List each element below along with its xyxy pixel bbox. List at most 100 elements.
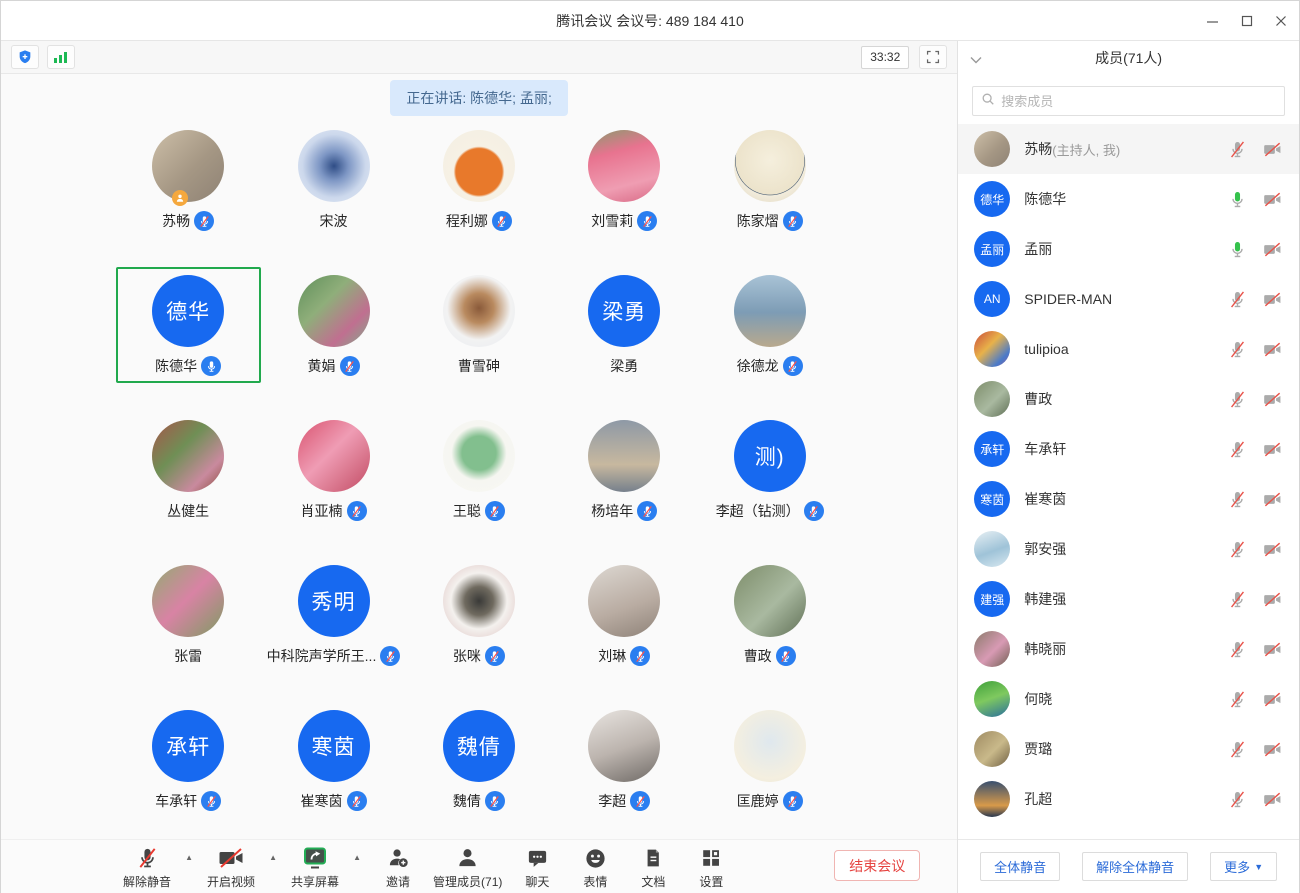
- participant-tile[interactable]: 梁勇 梁勇: [552, 267, 697, 383]
- toolbar-item-doc[interactable]: 文档: [624, 845, 682, 890]
- toolbar-item-members[interactable]: 管理成员(71): [427, 845, 508, 890]
- participant-tile[interactable]: 王聪: [406, 412, 551, 528]
- participant-tile[interactable]: 程利娜: [406, 122, 551, 238]
- participant-tile[interactable]: 测) 李超（钻测）: [697, 412, 842, 528]
- participant-tile[interactable]: 苏畅: [116, 122, 261, 238]
- mic-status-icon[interactable]: [1228, 690, 1247, 709]
- camera-off-icon[interactable]: [1262, 190, 1283, 209]
- member-row[interactable]: 郭安强: [958, 524, 1299, 574]
- participant-tile[interactable]: 寒茵 崔寒茵: [261, 702, 406, 818]
- participant-tile[interactable]: 肖亚楠: [261, 412, 406, 528]
- camera-off-icon[interactable]: [1262, 690, 1283, 709]
- camera-off-icon[interactable]: [1262, 790, 1283, 809]
- camera-off-icon[interactable]: [1262, 390, 1283, 409]
- participant-tile[interactable]: 德华 陈德华: [116, 267, 261, 383]
- participant-tile[interactable]: 魏倩 魏倩: [406, 702, 551, 818]
- camera-off-icon[interactable]: [1262, 740, 1283, 759]
- camera-off-icon[interactable]: [1262, 340, 1283, 359]
- mic-status-icon[interactable]: [1228, 440, 1247, 459]
- member-name: 韩建强: [1024, 589, 1066, 609]
- participant-tile[interactable]: 曹雪砷: [406, 267, 551, 383]
- mic-status-icon[interactable]: [1228, 240, 1247, 259]
- toolbar-item-camera-off[interactable]: 开启视频 ▲: [201, 845, 261, 890]
- chevron-up-icon[interactable]: ▲: [185, 853, 193, 862]
- camera-off-icon[interactable]: [1262, 440, 1283, 459]
- mic-status-icon[interactable]: [1228, 790, 1247, 809]
- participant-tile[interactable]: 承轩 车承轩: [116, 702, 261, 818]
- participant-tile[interactable]: 陈家熠: [697, 122, 842, 238]
- camera-off-icon[interactable]: [1262, 240, 1283, 259]
- maximize-button[interactable]: [1241, 15, 1253, 27]
- member-row[interactable]: 贾璐: [958, 724, 1299, 774]
- participant-tile[interactable]: 秀明 中科院声学所王...: [261, 557, 406, 673]
- member-row[interactable]: 德华 陈德华: [958, 174, 1299, 224]
- mic-status-icon[interactable]: [1228, 590, 1247, 609]
- participant-tile[interactable]: 刘雪莉: [552, 122, 697, 238]
- participant-tile[interactable]: 杨培年: [552, 412, 697, 528]
- mic-status-icon: [630, 646, 650, 666]
- member-row[interactable]: 建强 韩建强: [958, 574, 1299, 624]
- fullscreen-icon[interactable]: [919, 45, 947, 69]
- participant-tile[interactable]: 黄娟: [261, 267, 406, 383]
- end-meeting-button[interactable]: 结束会议: [834, 850, 920, 881]
- mic-status-icon[interactable]: [1228, 490, 1247, 509]
- host-badge-icon: [172, 190, 188, 206]
- toolbar-item-invite[interactable]: 邀请: [369, 845, 427, 890]
- mic-status-icon[interactable]: [1228, 190, 1247, 209]
- toolbar-item-share-screen[interactable]: 共享屏幕 ▲: [285, 845, 345, 890]
- member-row[interactable]: 曹政: [958, 374, 1299, 424]
- member-search-box[interactable]: [972, 86, 1285, 116]
- member-row[interactable]: 孟丽 孟丽: [958, 224, 1299, 274]
- member-row[interactable]: 寒茵 崔寒茵: [958, 474, 1299, 524]
- toolbar-item-settings[interactable]: 设置: [682, 845, 740, 890]
- more-button[interactable]: 更多▼: [1210, 852, 1277, 881]
- participant-tile[interactable]: 刘琳: [552, 557, 697, 673]
- minimize-button[interactable]: [1206, 15, 1219, 28]
- member-row[interactable]: 承轩 车承轩: [958, 424, 1299, 474]
- participant-tile[interactable]: 徐德龙: [697, 267, 842, 383]
- participant-tile[interactable]: 丛健生: [116, 412, 261, 528]
- avatar: 测): [734, 420, 806, 492]
- participant-tile[interactable]: 匡鹿婷: [697, 702, 842, 818]
- member-row[interactable]: 何晓: [958, 674, 1299, 724]
- mic-status-icon[interactable]: [1228, 140, 1247, 159]
- member-row[interactable]: 韩晓丽: [958, 624, 1299, 674]
- camera-off-icon[interactable]: [1262, 290, 1283, 309]
- participant-tile[interactable]: 李超: [552, 702, 697, 818]
- mic-status-icon[interactable]: [1228, 640, 1247, 659]
- member-row[interactable]: 孔超: [958, 774, 1299, 824]
- close-button[interactable]: [1275, 15, 1287, 27]
- participant-tile[interactable]: 张雷: [116, 557, 261, 673]
- security-shield-icon[interactable]: [11, 45, 39, 69]
- member-row[interactable]: AN SPIDER-MAN: [958, 274, 1299, 324]
- unmute-all-button[interactable]: 解除全体静音: [1082, 852, 1188, 881]
- toolbar-item-mic-muted[interactable]: 解除静音 ▲: [117, 845, 177, 890]
- network-quality-icon[interactable]: [47, 45, 75, 69]
- camera-off-icon[interactable]: [1262, 640, 1283, 659]
- avatar: [974, 681, 1010, 717]
- mic-status-icon[interactable]: [1228, 290, 1247, 309]
- member-row[interactable]: 苏畅(主持人, 我): [958, 124, 1299, 174]
- toolbar-item-chat[interactable]: 聊天: [508, 845, 566, 890]
- collapse-chevron-icon[interactable]: [970, 51, 982, 69]
- mic-status-icon[interactable]: [1228, 540, 1247, 559]
- camera-off-icon[interactable]: [1262, 490, 1283, 509]
- chevron-up-icon[interactable]: ▲: [269, 853, 277, 862]
- participant-tile[interactable]: 宋波: [261, 122, 406, 238]
- mic-status-icon[interactable]: [1228, 340, 1247, 359]
- member-name: 车承轩: [1024, 439, 1066, 459]
- mute-all-button[interactable]: 全体静音: [980, 852, 1060, 881]
- participant-tile[interactable]: 张咪: [406, 557, 551, 673]
- member-name: 苏畅: [1024, 139, 1052, 159]
- camera-off-icon[interactable]: [1262, 590, 1283, 609]
- member-row[interactable]: tulipioa: [958, 324, 1299, 374]
- member-search-input[interactable]: [1001, 94, 1276, 109]
- chevron-up-icon[interactable]: ▲: [353, 853, 361, 862]
- camera-off-icon[interactable]: [1262, 140, 1283, 159]
- camera-off-icon[interactable]: [1262, 540, 1283, 559]
- meeting-timer: 33:32: [861, 46, 909, 69]
- mic-status-icon[interactable]: [1228, 740, 1247, 759]
- toolbar-item-emoji[interactable]: 表情: [566, 845, 624, 890]
- participant-tile[interactable]: 曹政: [697, 557, 842, 673]
- mic-status-icon[interactable]: [1228, 390, 1247, 409]
